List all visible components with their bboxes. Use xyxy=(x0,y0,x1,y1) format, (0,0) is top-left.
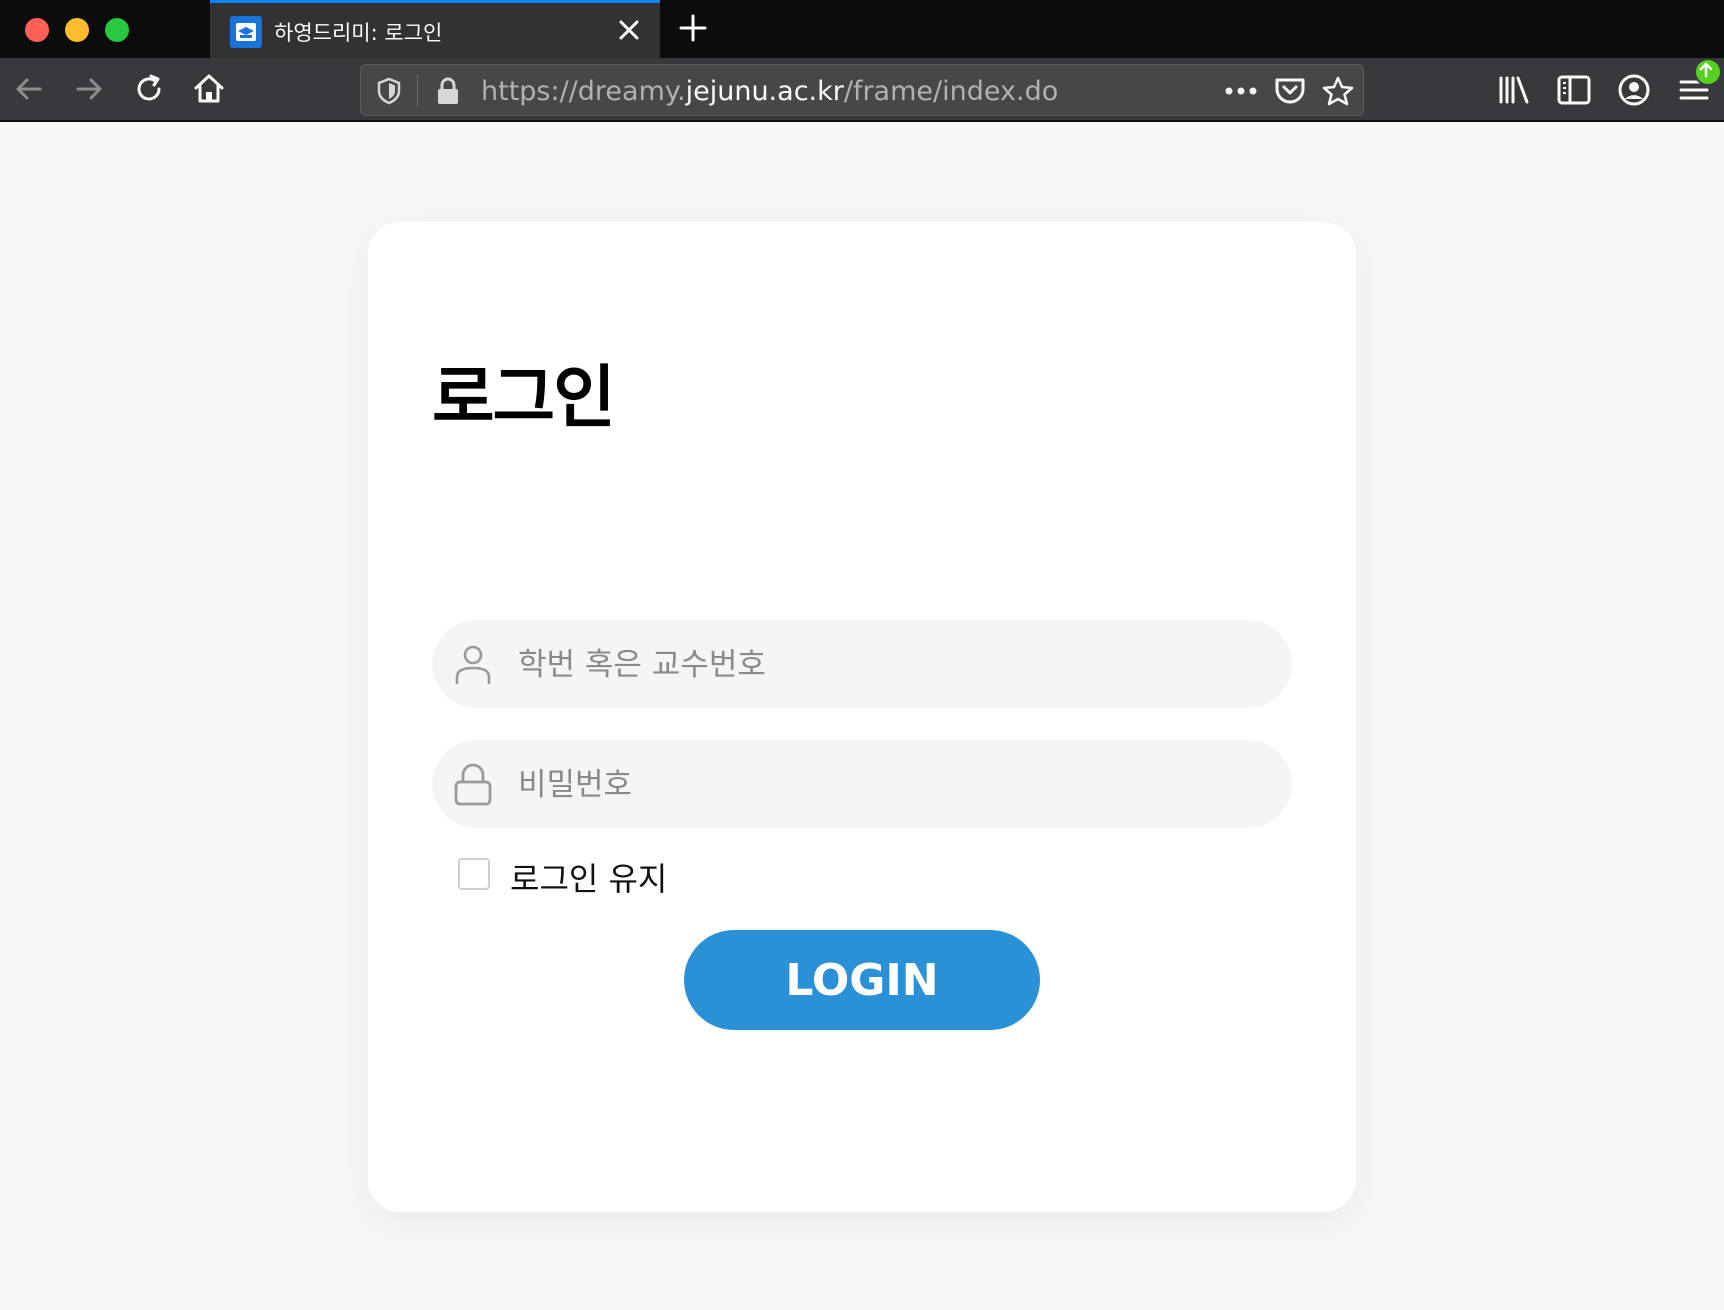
url-path: /frame/index.do xyxy=(843,76,1059,107)
lock-icon xyxy=(454,763,492,806)
password-input[interactable] xyxy=(516,740,1260,830)
url-text[interactable]: https://dreamy.jejunu.ac.kr/frame/index.… xyxy=(481,76,1058,107)
close-icon[interactable] xyxy=(614,15,644,45)
site-favicon-icon xyxy=(230,16,262,48)
home-icon[interactable] xyxy=(192,72,226,106)
keep-login-checkbox[interactable] xyxy=(458,858,490,890)
window-minimize-button[interactable] xyxy=(65,18,89,42)
lock-icon[interactable] xyxy=(435,76,461,106)
id-field[interactable] xyxy=(432,620,1292,710)
active-tab[interactable]: 하영드리미: 로그인 xyxy=(210,0,660,58)
more-actions-icon[interactable] xyxy=(1223,76,1259,106)
page-title: 로그인 xyxy=(432,359,616,438)
update-available-badge[interactable] xyxy=(1694,58,1722,86)
url-host: jejunu.ac.kr xyxy=(685,76,844,107)
window-close-button[interactable] xyxy=(25,18,49,42)
password-field[interactable] xyxy=(432,740,1292,830)
url-scheme: https://dreamy. xyxy=(481,76,686,107)
sidebar-icon[interactable] xyxy=(1556,72,1592,108)
login-button[interactable]: LOGIN xyxy=(684,930,1040,1030)
divider xyxy=(417,75,418,107)
keep-login-label[interactable]: 로그인 유지 xyxy=(510,854,667,900)
plus-icon[interactable] xyxy=(677,12,709,44)
tab-title: 하영드리미: 로그인 xyxy=(274,21,443,45)
address-bar[interactable]: https://dreamy.jejunu.ac.kr/frame/index.… xyxy=(360,64,1364,116)
navigation-toolbar: https://dreamy.jejunu.ac.kr/frame/index.… xyxy=(0,58,1724,122)
login-card: 로그인 로그인 유지 LOGIN xyxy=(368,222,1356,1212)
window-zoom-button[interactable] xyxy=(105,18,129,42)
forward-icon[interactable] xyxy=(72,72,106,106)
back-icon[interactable] xyxy=(12,72,46,106)
update-arrow-icon xyxy=(1699,62,1713,78)
account-icon[interactable] xyxy=(1616,72,1652,108)
reload-icon[interactable] xyxy=(132,72,166,106)
pocket-icon[interactable] xyxy=(1273,75,1307,107)
tab-strip: 하영드리미: 로그인 xyxy=(0,0,1724,58)
library-icon[interactable] xyxy=(1496,72,1532,108)
bookmark-star-icon[interactable] xyxy=(1321,75,1355,107)
tracking-shield-icon[interactable] xyxy=(375,76,403,106)
student-id-input[interactable] xyxy=(516,620,1260,710)
user-icon xyxy=(455,645,491,685)
